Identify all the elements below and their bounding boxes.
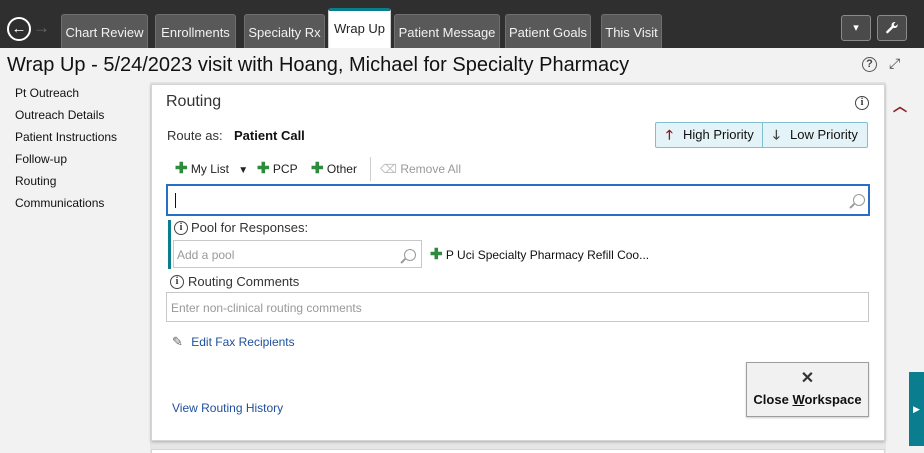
plus-icon: ✚ bbox=[175, 160, 188, 177]
sidebar-item-pt-outreach[interactable]: Pt Outreach bbox=[15, 86, 79, 100]
search-icon[interactable] bbox=[404, 249, 416, 261]
high-priority-label: High Priority bbox=[683, 127, 754, 142]
info-icon[interactable]: i bbox=[855, 96, 869, 110]
collapse-section-icon[interactable]: ︿ bbox=[893, 96, 907, 116]
pool-search-input[interactable]: Add a pool bbox=[173, 240, 422, 268]
sidebar-item-routing[interactable]: Routing bbox=[15, 174, 56, 188]
tab-label: Wrap Up bbox=[333, 21, 386, 36]
forward-arrow-icon: → bbox=[33, 18, 50, 37]
sidebar-item-follow-up[interactable]: Follow-up bbox=[15, 152, 67, 166]
wrench-icon bbox=[886, 22, 898, 34]
tab-label: Patient Message bbox=[398, 25, 496, 40]
pool-accent-bar bbox=[168, 220, 171, 269]
remove-all-button[interactable]: ⌫ Remove All bbox=[380, 161, 461, 177]
next-card-edge bbox=[151, 449, 885, 453]
plus-icon: ✚ bbox=[430, 246, 443, 263]
tab-label: This Visit bbox=[605, 25, 658, 40]
help-icon[interactable]: ? bbox=[862, 57, 877, 72]
pcp-label: PCP bbox=[272, 162, 298, 176]
arrow-up-icon: 🡑 bbox=[666, 127, 673, 142]
my-list-label: My List bbox=[190, 162, 229, 176]
low-priority-label: Low Priority bbox=[790, 127, 858, 142]
close-workspace-button[interactable]: ✕ Close Workspace bbox=[746, 362, 869, 417]
text-cursor bbox=[175, 193, 176, 208]
routing-comments-input[interactable]: Enter non-clinical routing comments bbox=[166, 292, 869, 322]
edit-fax-label: Edit Fax Recipients bbox=[191, 335, 295, 349]
pool-placeholder: Add a pool bbox=[177, 248, 235, 262]
settings-button[interactable] bbox=[877, 15, 907, 41]
priority-toggle: 🡑 High Priority 🡓 Low Priority bbox=[655, 122, 868, 148]
tab-specialty-rx[interactable]: Specialty Rx bbox=[244, 14, 325, 48]
sidebar-item-outreach-details[interactable]: Outreach Details bbox=[15, 108, 104, 122]
tab-enrollments[interactable]: Enrollments bbox=[155, 14, 236, 48]
high-priority-button[interactable]: 🡑 High Priority bbox=[656, 123, 762, 147]
comments-info-icon[interactable]: i bbox=[170, 275, 184, 289]
routing-section-title: Routing bbox=[166, 93, 222, 110]
tab-patient-goals[interactable]: Patient Goals bbox=[505, 14, 591, 48]
arrow-down-icon: 🡓 bbox=[773, 127, 780, 142]
edit-fax-recipients-link[interactable]: ✎ Edit Fax Recipients bbox=[172, 334, 295, 350]
low-priority-button[interactable]: 🡓 Low Priority bbox=[763, 123, 868, 147]
forward-button[interactable]: → bbox=[33, 18, 50, 38]
tab-wrap-up[interactable]: Wrap Up bbox=[328, 8, 391, 48]
plus-icon: ✚ bbox=[311, 160, 324, 177]
tab-label: Chart Review bbox=[65, 25, 144, 40]
route-as-label: Route as: bbox=[167, 128, 223, 143]
side-panel-toggle[interactable]: ▶ bbox=[909, 372, 924, 446]
search-icon[interactable] bbox=[853, 194, 865, 206]
pencil-icon: ✎ bbox=[172, 334, 183, 349]
other-button[interactable]: ✚ Other bbox=[311, 161, 357, 177]
tab-this-visit[interactable]: This Visit bbox=[601, 14, 662, 48]
caret-down-icon: ▾ bbox=[853, 22, 859, 34]
close-x-icon: ✕ bbox=[800, 370, 815, 387]
sidebar-item-patient-instructions[interactable]: Patient Instructions bbox=[15, 130, 117, 144]
pcp-button[interactable]: ✚ PCP bbox=[257, 161, 298, 177]
comments-placeholder: Enter non-clinical routing comments bbox=[171, 301, 362, 315]
tab-chart-review[interactable]: Chart Review bbox=[61, 14, 148, 48]
pool-info-icon[interactable]: i bbox=[174, 221, 188, 235]
comments-label: Routing Comments bbox=[188, 274, 300, 289]
my-list-button[interactable]: ✚ My List ▼ bbox=[175, 161, 248, 179]
tab-label: Enrollments bbox=[161, 25, 230, 40]
chevron-right-icon: ▶ bbox=[913, 404, 920, 414]
view-routing-history-link[interactable]: View Routing History bbox=[172, 401, 283, 415]
pool-label: Pool for Responses: bbox=[191, 220, 309, 235]
toolbar-divider bbox=[370, 157, 371, 181]
tab-label: Specialty Rx bbox=[248, 25, 321, 40]
remove-all-label: Remove All bbox=[400, 162, 462, 176]
caret-down-icon: ▼ bbox=[238, 165, 249, 176]
selected-pool-label: P Uci Specialty Pharmacy Refill Coo... bbox=[445, 248, 650, 262]
tab-patient-message[interactable]: Patient Message bbox=[394, 14, 500, 48]
plus-icon: ✚ bbox=[257, 160, 270, 177]
tab-label: Patient Goals bbox=[508, 25, 588, 40]
sidebar-item-communications[interactable]: Communications bbox=[15, 196, 104, 210]
selected-pool-chip[interactable]: ✚ P Uci Specialty Pharmacy Refill Coo... bbox=[430, 245, 649, 263]
eraser-icon: ⌫ bbox=[380, 162, 397, 176]
tabs-dropdown-button[interactable]: ▾ bbox=[841, 15, 871, 41]
back-button[interactable]: ← bbox=[7, 17, 31, 41]
back-arrow-icon: ← bbox=[11, 20, 27, 37]
page-title: Wrap Up - 5/24/2023 visit with Hoang, Mi… bbox=[7, 54, 630, 76]
expand-icon[interactable]: ⤢ bbox=[889, 55, 900, 72]
other-label: Other bbox=[326, 162, 357, 176]
recipient-search-input[interactable] bbox=[166, 184, 870, 216]
close-workspace-label: Close Workspace bbox=[753, 392, 862, 407]
route-as-value: Patient Call bbox=[234, 128, 305, 143]
